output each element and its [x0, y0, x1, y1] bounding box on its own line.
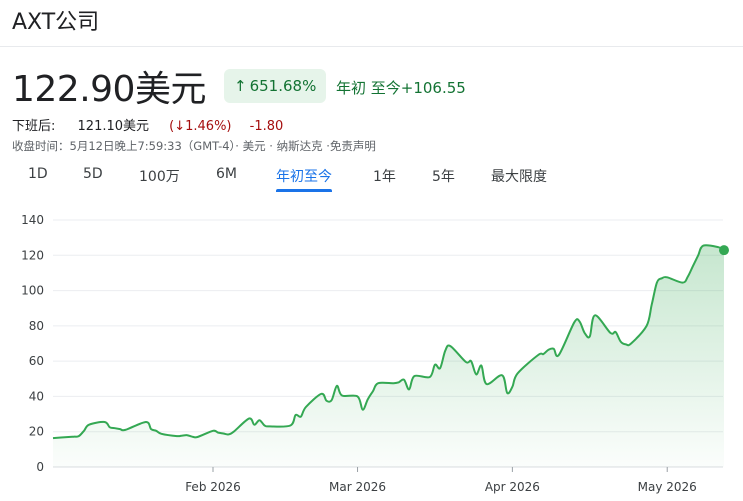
tab-1d[interactable]: 1D [28, 166, 48, 182]
after-hours-price: 121.10美元 [77, 119, 150, 134]
tab-max[interactable]: 最大限度 [491, 166, 547, 186]
y-tick-label: 0 [36, 460, 44, 474]
header-divider [0, 46, 743, 47]
after-hours-percent: (↓1.46%) [169, 119, 232, 134]
y-tick-label: 140 [21, 213, 44, 227]
period-change: 年初 至今+106.55 [336, 77, 466, 98]
y-tick-label: 80 [29, 319, 44, 333]
x-tick-label: May 2026 [638, 480, 697, 494]
price-area [53, 245, 724, 467]
current-price: 122.90美元 [12, 69, 206, 110]
x-tick-label: Feb 2026 [185, 480, 241, 494]
change-percent: 651.68% [249, 77, 317, 95]
tab-1y[interactable]: 1年 [373, 166, 396, 186]
after-hours-row: 下班后: 121.10美元 (↓1.46%) -1.80 [12, 115, 283, 134]
after-hours-change: -1.80 [249, 119, 284, 134]
y-tick-label: 40 [29, 389, 44, 403]
quote-meta: 收盘时间：5月12日晚上7:59:33（GMT-4）· 美元 · 纳斯达克 ·免… [12, 139, 376, 153]
change-percent-badge: ↑ 651.68% [224, 69, 327, 103]
last-price-marker [719, 245, 729, 256]
tab-5y[interactable]: 5年 [432, 166, 455, 186]
y-tick-label: 120 [21, 248, 44, 262]
tab-5d[interactable]: 5D [83, 166, 103, 182]
x-tick-label: Apr 2026 [485, 480, 540, 494]
y-tick-label: 60 [29, 354, 44, 368]
tab-1m[interactable]: 100万 [139, 166, 180, 186]
after-hours-label: 下班后: [12, 119, 56, 134]
price-chart[interactable]: 0 20 40 60 80 100 120 140 Feb 2026 Mar 2026 Apr 20… [0, 200, 743, 501]
tab-6m[interactable]: 6M [216, 166, 237, 182]
arrow-up-icon: ↑ [234, 77, 247, 95]
period-change-value: +106.55 [400, 79, 466, 97]
company-title: AXT公司 [12, 10, 100, 35]
x-tick-label: Mar 2026 [329, 480, 386, 494]
tab-ytd[interactable]: 年初至今 [276, 166, 332, 192]
period-label: 年初 至今 [336, 79, 401, 97]
y-tick-label: 100 [21, 284, 44, 298]
y-tick-label: 20 [29, 425, 44, 439]
